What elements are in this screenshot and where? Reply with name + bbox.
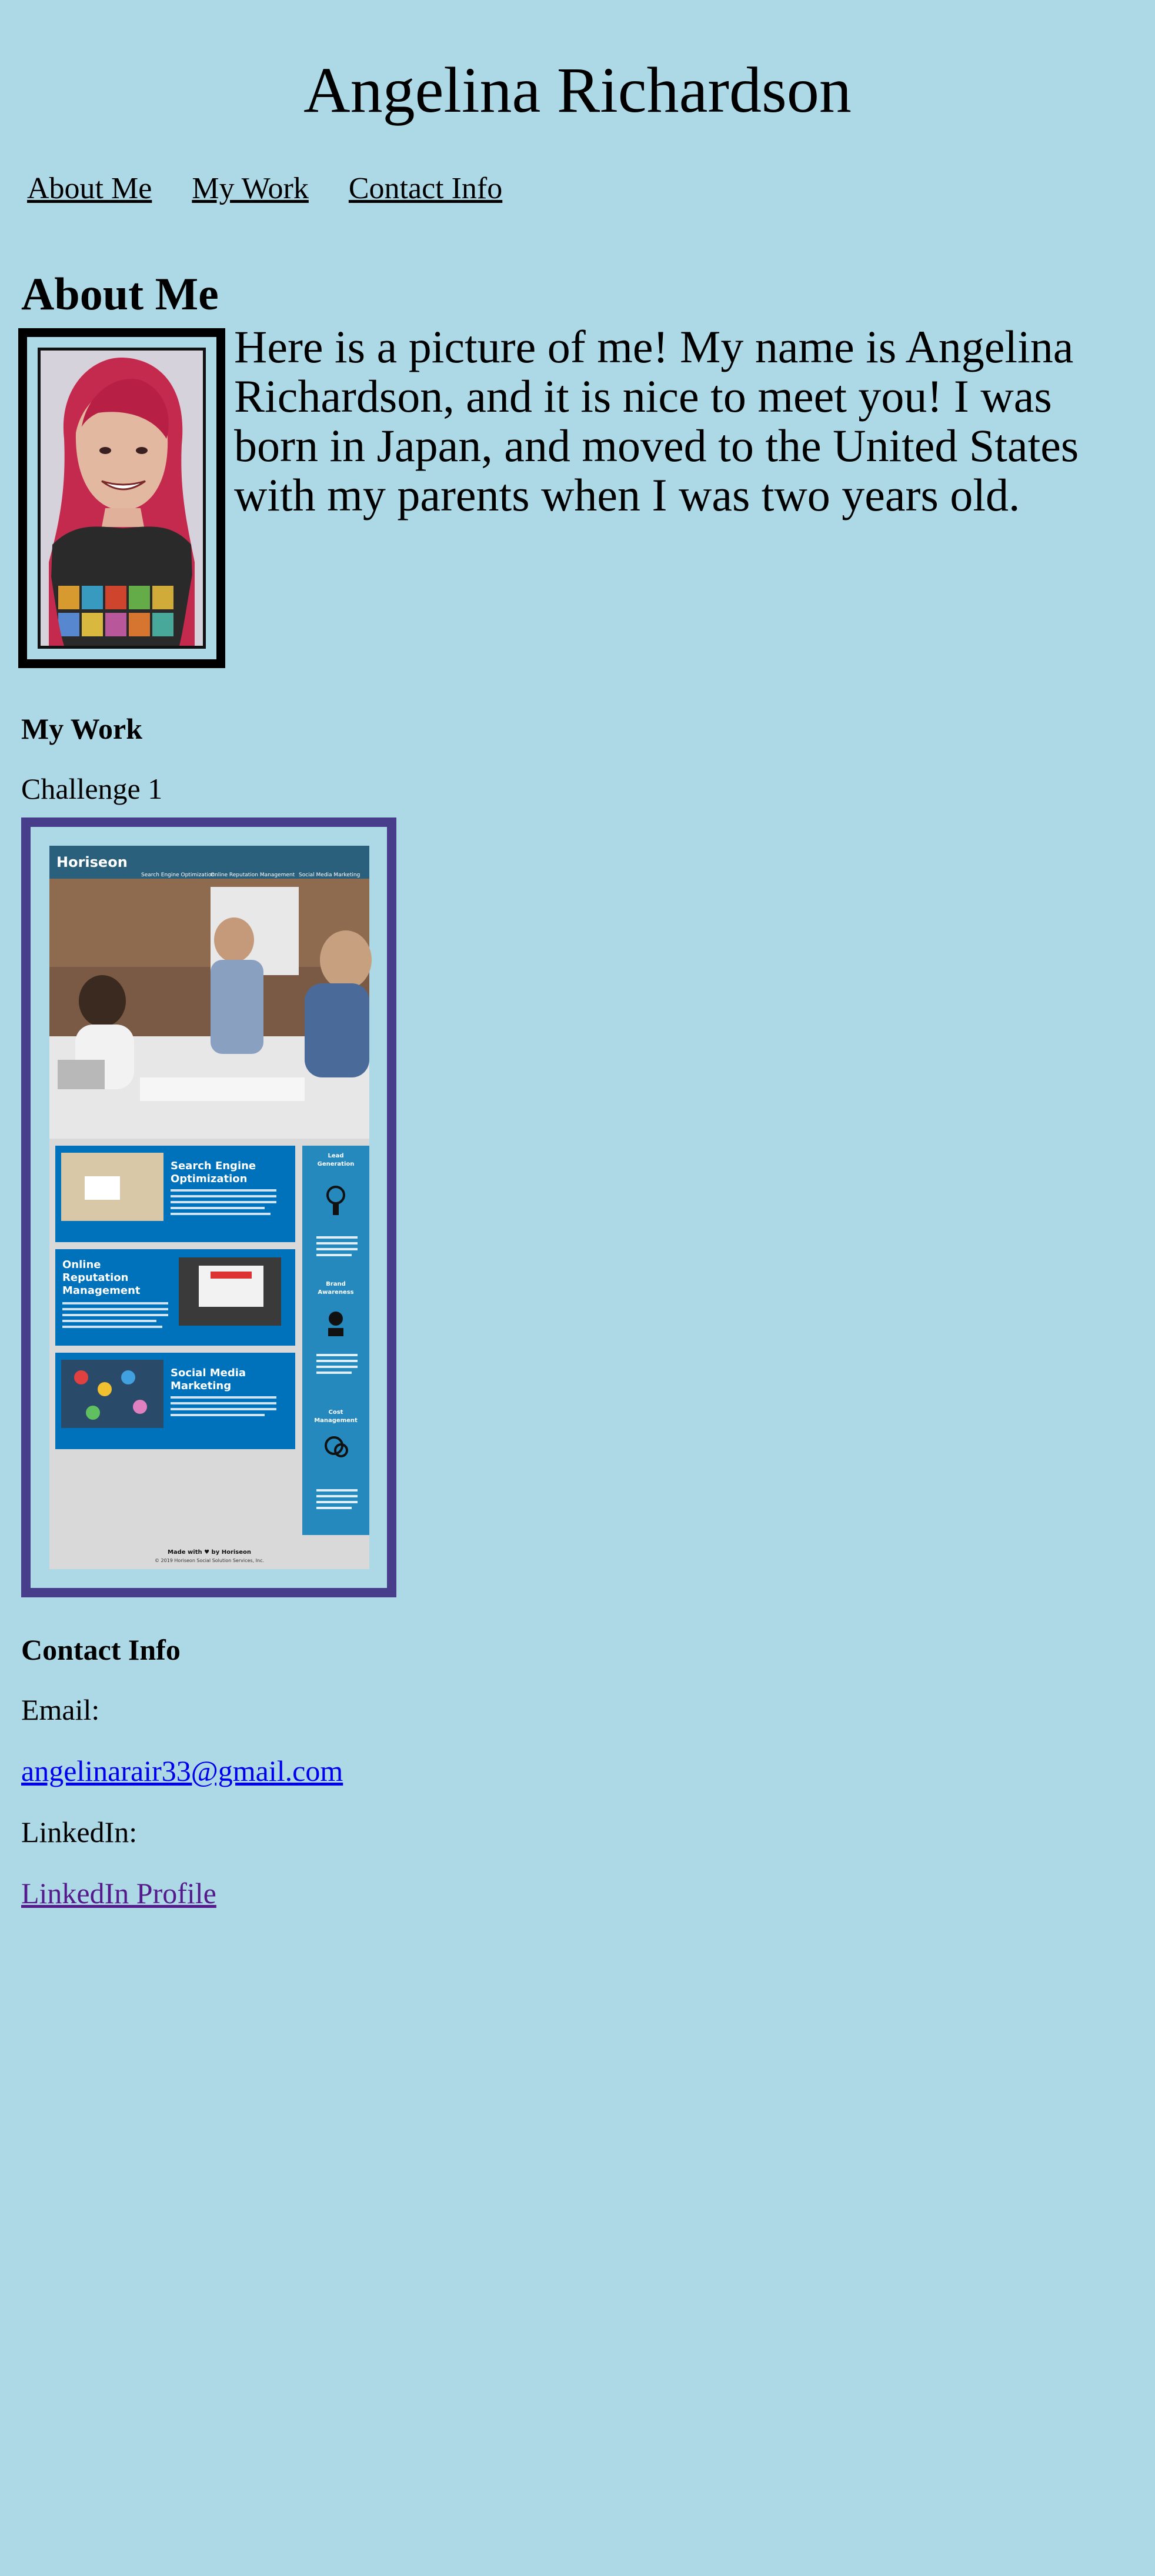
about-description: Here is a picture of me! My name is Ange… [234, 321, 1079, 520]
project-title: Challenge 1 [21, 772, 163, 805]
svg-text:Management: Management [62, 1284, 141, 1297]
email-line: angelinarair33@gmail.com [21, 1753, 343, 1789]
linkedin-label: LinkedIn: [21, 1816, 138, 1848]
nav-about-me[interactable]: About Me [27, 171, 152, 207]
about-heading: About Me [21, 268, 219, 319]
nav-my-work[interactable]: My Work [192, 171, 309, 207]
screenshot-footer-copy: © 2019 Horiseon Social Solution Services… [155, 1558, 264, 1563]
svg-text:Awareness: Awareness [318, 1289, 353, 1296]
screenshot-nav-3: Social Media Marketing [299, 872, 360, 878]
project-screenshot-frame[interactable]: Horiseon Search Engine Optimization Onli… [21, 817, 396, 1597]
linkedin-link[interactable]: LinkedIn Profile [21, 1877, 216, 1910]
svg-text:Brand: Brand [326, 1281, 346, 1287]
project-screenshot: Horiseon Search Engine Optimization Onli… [40, 836, 379, 1579]
my-work-heading: My Work [21, 712, 143, 745]
contact-heading: Contact Info [21, 1633, 181, 1666]
screenshot-card-title-1: Search Engine [171, 1160, 256, 1172]
linkedin-line: LinkedIn Profile [21, 1875, 216, 1911]
profile-photo [38, 348, 206, 649]
screenshot-card-title-3: Social Media [171, 1367, 246, 1379]
screenshot-brand: Horiseon [56, 854, 128, 870]
svg-text:Management: Management [314, 1417, 358, 1424]
svg-text:Cost: Cost [329, 1409, 343, 1416]
screenshot-nav-2: Online Reputation Management [211, 872, 295, 878]
svg-text:Marketing: Marketing [171, 1380, 231, 1392]
screenshot-card-title-2: Online [62, 1259, 101, 1271]
nav-contact-info[interactable]: Contact Info [349, 171, 502, 207]
svg-text:Reputation: Reputation [62, 1272, 128, 1284]
page-title: Angelina Richardson [303, 54, 852, 126]
email-link[interactable]: angelinarair33@gmail.com [21, 1754, 343, 1787]
svg-text:Lead: Lead [328, 1153, 343, 1159]
svg-text:Optimization: Optimization [171, 1173, 247, 1185]
email-label: Email: [21, 1693, 100, 1726]
svg-text:Generation: Generation [318, 1161, 355, 1167]
profile-photo-frame [18, 328, 225, 668]
main-nav: About Me My Work Contact Info [27, 171, 502, 207]
screenshot-nav-1: Search Engine Optimization [141, 872, 215, 878]
screenshot-footer-made: Made with ♥ by Horiseon [168, 1549, 251, 1556]
